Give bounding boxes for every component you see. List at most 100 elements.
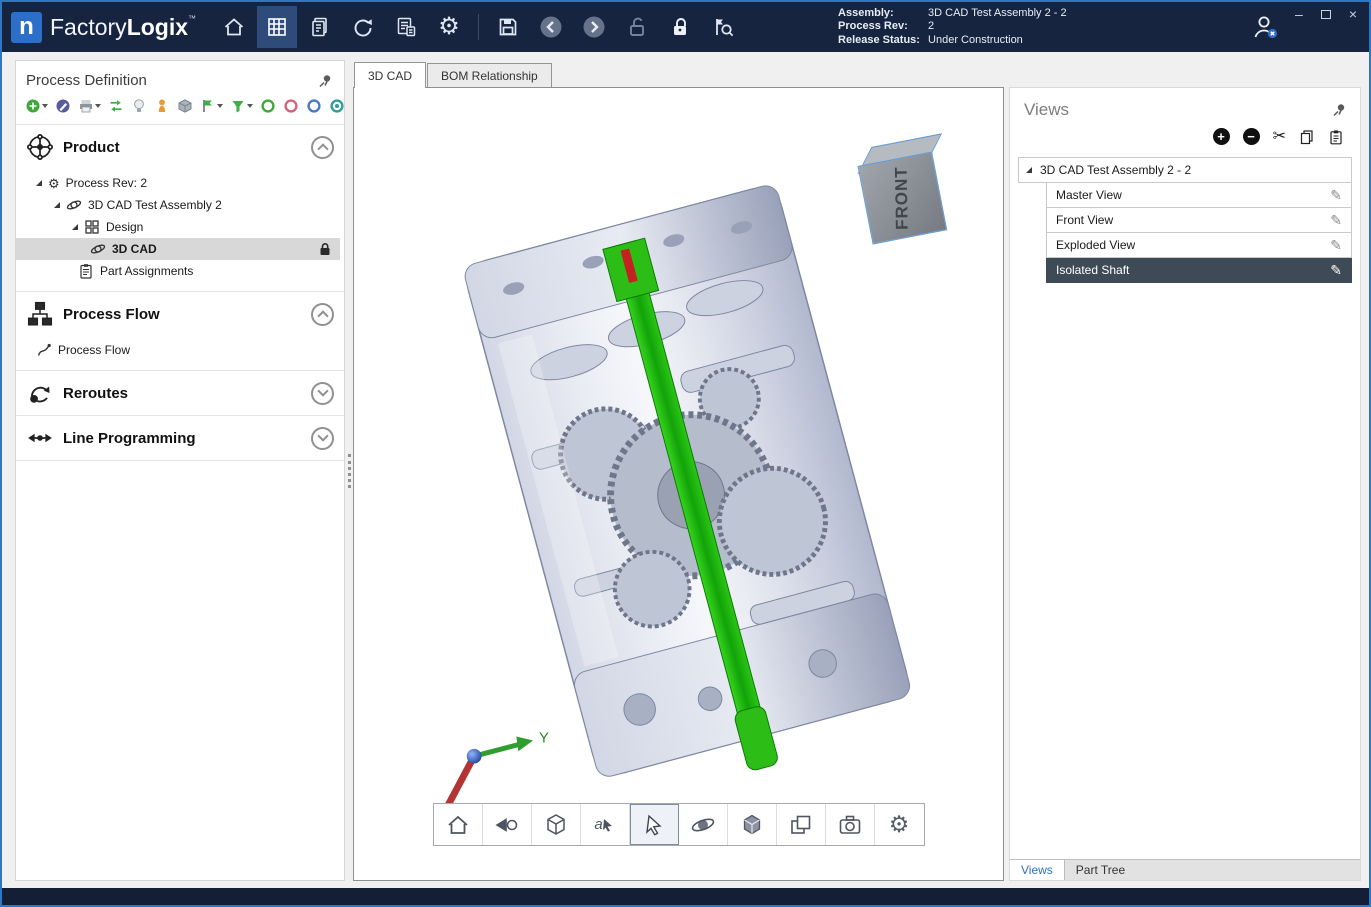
shaded-cube-button[interactable] (532, 804, 581, 845)
tab-part-tree[interactable]: Part Tree (1065, 860, 1136, 880)
section-reroutes[interactable]: Reroutes (16, 370, 344, 415)
release-status-label: Release Status: (838, 34, 928, 48)
tab-3d-cad[interactable]: 3D CAD (354, 62, 426, 88)
find-process-button[interactable] (703, 6, 743, 48)
user-session-button[interactable] (1245, 6, 1285, 48)
status-teal-button[interactable] (328, 96, 345, 116)
home-button[interactable] (214, 6, 254, 48)
beaker-button[interactable] (153, 96, 171, 116)
new-icon (25, 98, 41, 114)
pin-icon[interactable] (1332, 103, 1346, 117)
reports-button[interactable] (386, 6, 426, 48)
beaker-icon (154, 98, 170, 114)
views-bottom-tabs: Views Part Tree (1010, 859, 1360, 880)
cad-viewport[interactable]: Y FRONT a (353, 87, 1004, 881)
unlock-icon (625, 15, 649, 39)
tab-views[interactable]: Views (1010, 860, 1065, 880)
layers-button[interactable] (777, 804, 826, 845)
status-red-button[interactable] (282, 96, 300, 116)
save-button[interactable] (488, 6, 528, 48)
copy-icon[interactable] (1299, 129, 1315, 145)
status-green-button[interactable] (259, 96, 277, 116)
tree-item-design[interactable]: Design (16, 216, 344, 238)
forward-button[interactable] (574, 6, 614, 48)
lock-button[interactable] (660, 6, 700, 48)
snapshot-button[interactable] (826, 804, 875, 845)
isolate-button[interactable] (728, 804, 777, 845)
expander-icon[interactable] (1026, 167, 1032, 173)
add-view-button[interactable]: + (1213, 128, 1230, 145)
status-blue-icon (306, 98, 322, 114)
views-root-row[interactable]: 3D CAD Test Assembly 2 - 2 (1018, 157, 1352, 183)
sync-button[interactable] (343, 6, 383, 48)
tree-item-assembly[interactable]: 3D CAD Test Assembly 2 (16, 194, 344, 216)
collapse-process-flow-button[interactable] (311, 303, 334, 326)
tree-item-process-rev[interactable]: ⚙ Process Rev: 2 (16, 172, 344, 194)
expander-icon[interactable] (36, 180, 42, 186)
tree-item-part-assignments[interactable]: Part Assignments (16, 260, 344, 282)
section-process-flow[interactable]: Process Flow (16, 291, 344, 336)
panel-title: Process Definition (26, 72, 147, 89)
cube-icon (543, 812, 569, 838)
edit-view-icon[interactable]: ✎ (1330, 263, 1342, 277)
back-button[interactable] (531, 6, 571, 48)
cut-icon[interactable]: ✂ (1273, 129, 1286, 145)
tree-item-process-flow[interactable]: Process Flow (16, 339, 344, 361)
orbit-button[interactable] (679, 804, 728, 845)
maximize-button[interactable] (1321, 10, 1331, 19)
documents-stack-button[interactable] (300, 6, 340, 48)
perspective-button[interactable] (483, 804, 532, 845)
deploy-button[interactable] (199, 96, 224, 116)
perspective-icon (494, 812, 520, 838)
select-tool-button[interactable] (630, 804, 679, 845)
deploy-flag-icon (200, 98, 216, 114)
view-row-exploded[interactable]: Exploded View ✎ (1046, 233, 1352, 258)
lightbulb-button[interactable] (130, 96, 148, 116)
edit-view-icon[interactable]: ✎ (1330, 188, 1342, 202)
process-flow-tree: Process Flow (16, 336, 344, 370)
home-view-button[interactable] (434, 804, 483, 845)
toolbar-separator (478, 14, 479, 40)
tree-item-3d-cad[interactable]: 3D CAD (16, 238, 340, 260)
web-edit-button[interactable] (54, 96, 72, 116)
edit-view-icon[interactable]: ✎ (1330, 238, 1342, 252)
find-process-icon (711, 15, 735, 39)
close-button[interactable]: × (1349, 7, 1357, 21)
label-select-button[interactable]: a (581, 804, 630, 845)
unlock-button[interactable] (617, 6, 657, 48)
settings-button[interactable]: ⚙ (429, 6, 469, 48)
expander-icon[interactable] (54, 202, 60, 208)
assembly-value: 3D CAD Test Assembly 2 - 2 (928, 7, 1067, 21)
remove-view-button[interactable]: − (1243, 128, 1260, 145)
view-row-master[interactable]: Master View ✎ (1046, 183, 1352, 208)
panel-splitter[interactable] (345, 60, 353, 881)
print-button[interactable] (77, 96, 102, 116)
section-line-programming[interactable]: Line Programming (16, 415, 344, 461)
status-blue-button[interactable] (305, 96, 323, 116)
main-area: 3D CAD BOM Relationship (353, 60, 1361, 881)
transfer-icon (108, 98, 124, 114)
orientation-cube[interactable]: FRONT (839, 132, 966, 249)
collapse-product-button[interactable] (311, 136, 334, 159)
process-editor-button[interactable] (257, 6, 297, 48)
view-row-front[interactable]: Front View ✎ (1046, 208, 1352, 233)
expand-line-programming-button[interactable] (311, 427, 334, 450)
tab-bom-relationship[interactable]: BOM Relationship (427, 63, 552, 87)
viewer-settings-button[interactable]: ⚙ (875, 804, 924, 845)
edit-view-icon[interactable]: ✎ (1330, 213, 1342, 227)
section-product[interactable]: Product (16, 125, 344, 169)
main-tabstrip: 3D CAD BOM Relationship (353, 60, 1361, 87)
view-row-isolated-shaft[interactable]: Isolated Shaft ✎ (1046, 258, 1352, 283)
status-red-icon (283, 98, 299, 114)
paste-icon[interactable] (1328, 129, 1344, 145)
filter-button[interactable] (229, 96, 254, 116)
pin-icon[interactable] (318, 74, 332, 88)
expand-reroutes-button[interactable] (311, 382, 334, 405)
transfer-button[interactable] (107, 96, 125, 116)
new-button[interactable] (24, 96, 49, 116)
gears-icon: ⚙ (48, 177, 60, 190)
package-button[interactable] (176, 96, 194, 116)
expander-icon[interactable] (72, 224, 78, 230)
minimize-button[interactable]: – (1295, 7, 1303, 21)
print-icon (78, 98, 94, 114)
